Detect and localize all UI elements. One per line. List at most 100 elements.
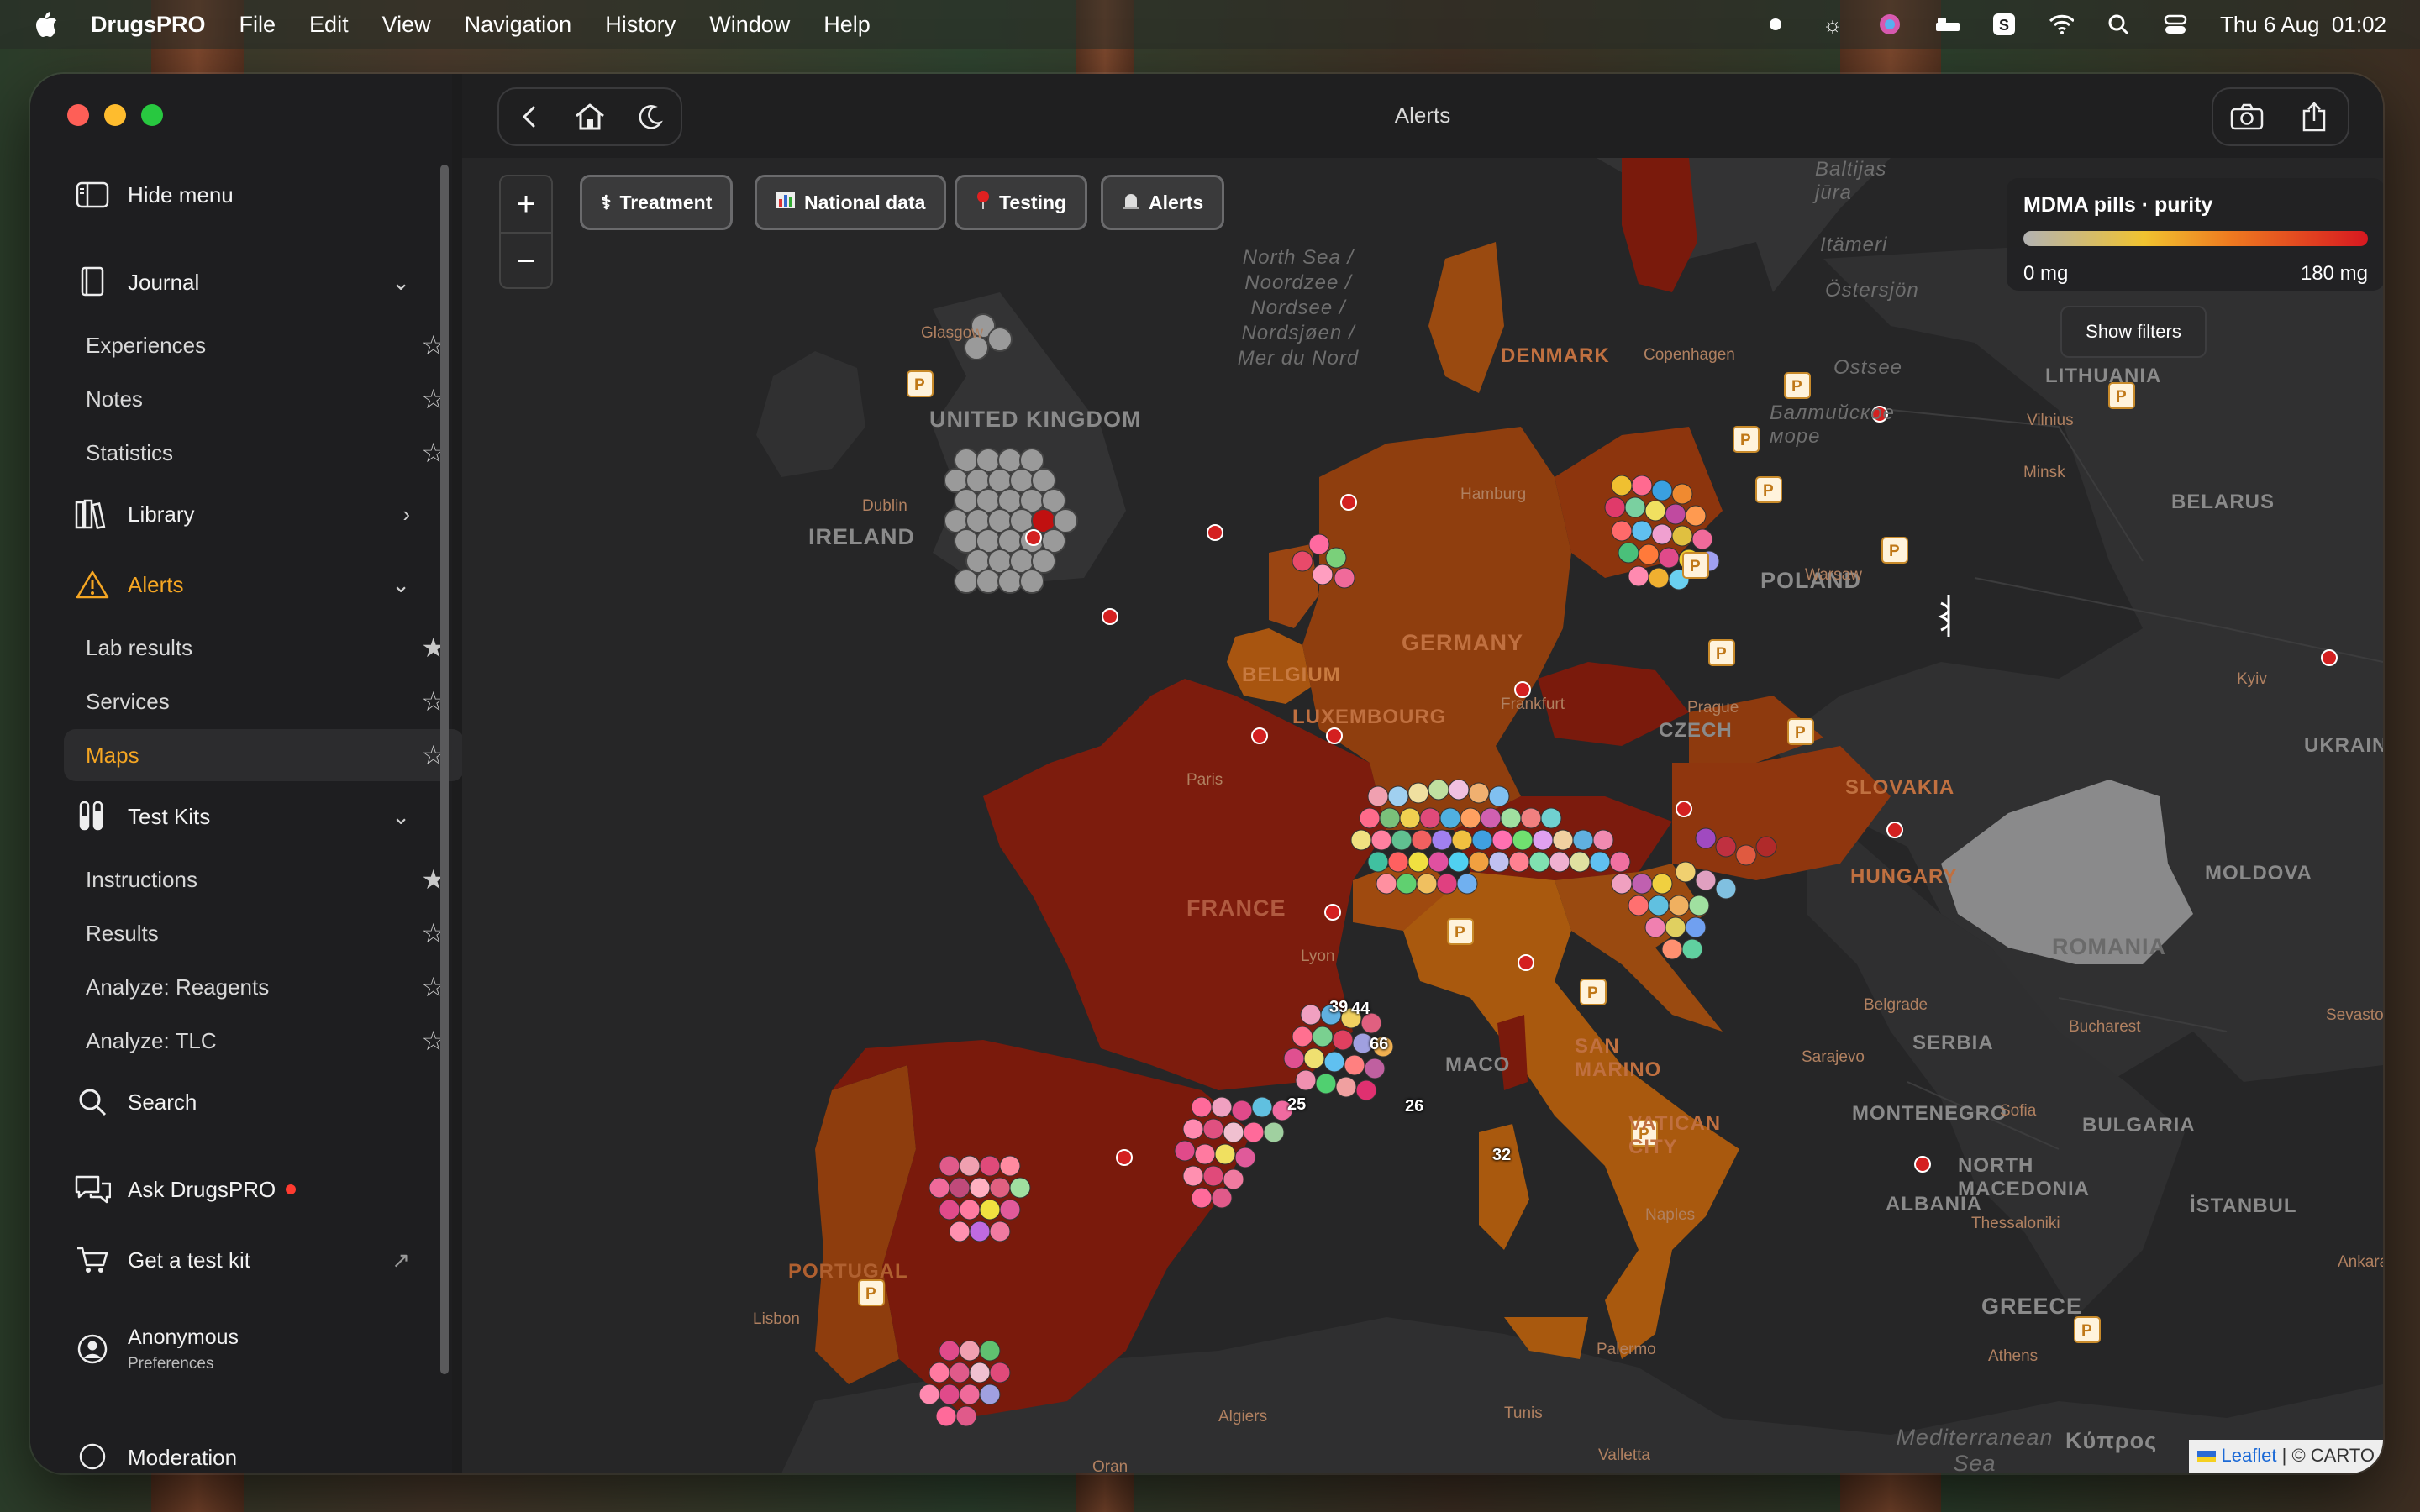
map-attribution: Leaflet | © CARTO [2189,1440,2383,1473]
sidebar-section-test-kits[interactable]: Test Kits ⌄ [64,790,434,843]
apple-icon[interactable] [34,10,62,39]
map-label-czech: CZECH [1659,719,1733,742]
sidebar-item-notes[interactable]: Notes ☆ [64,373,464,425]
menu-window[interactable]: Window [709,12,790,38]
sidebar-section-library[interactable]: Library › [64,487,434,541]
sidebar-item-services[interactable]: Services ☆ [64,675,464,727]
chevron-down-icon[interactable]: ⌄ [392,270,410,296]
map-view[interactable]: PPPPPP PPPPPP PP UNITED KINGDOM IRELAND … [462,158,2383,1473]
sidebar-item-analyze-reagents[interactable]: Analyze: Reagents ☆ [64,961,464,1013]
chevron-down-icon[interactable]: ⌄ [392,572,410,598]
toolbar-right-group [2212,87,2349,146]
status-dot-icon[interactable] [1763,12,1788,37]
s-app-icon[interactable]: S [1991,12,2017,37]
place-label: Frankfurt [1501,696,1565,713]
cluster-count-badge[interactable]: 39 [1329,998,1348,1017]
sidebar-user-profile[interactable]: Anonymous Preferences [64,1315,434,1383]
central-europe-pill-cluster [1350,779,1777,960]
place-label: Copenhagen [1644,346,1735,364]
chevron-right-icon[interactable]: › [402,501,410,528]
menu-navigation[interactable]: Navigation [465,12,572,38]
camera-screenshot-button[interactable] [2224,94,2270,139]
sidebar-section-journal[interactable]: Journal ⌄ [64,255,434,309]
place-label: Thessaloniki [1971,1215,2060,1232]
control-center-icon[interactable] [2163,12,2188,37]
menu-history[interactable]: History [605,12,676,38]
sidebar-ask-drugspro[interactable]: Ask DrugsPRO [64,1163,434,1216]
menu-clock[interactable]: Thu 6 Aug 01:02 [2220,12,2386,38]
minimize-window-button[interactable] [104,104,126,126]
map-label-ireland: IRELAND [808,524,915,549]
sidebar-item-maps[interactable]: Maps ☆ [64,729,464,781]
show-filters-button[interactable]: Show filters [2060,306,2207,358]
hide-menu-button[interactable]: Hide menu [64,168,434,222]
sidebar-search[interactable]: Search [64,1075,434,1129]
leaflet-link[interactable]: Leaflet [2221,1445,2276,1466]
sea-label-itameri: Itämeri [1820,234,1888,256]
map-label-france: FRANCE [1186,895,1286,921]
cluster-count-badge[interactable]: 32 [1492,1146,1511,1165]
chevron-down-icon[interactable]: ⌄ [392,804,410,830]
map-label-germany: GERMANY [1402,630,1524,655]
sidebar-scrollbar[interactable] [440,165,449,1374]
sidebar-item-lab-results[interactable]: Lab results ★ [64,622,464,674]
sidebar-item-analyze-tlc[interactable]: Analyze: TLC ☆ [64,1015,464,1067]
share-button[interactable] [2291,94,2337,139]
svg-text:P: P [2116,388,2127,406]
place-label: Vilnius [2027,412,2074,429]
place-label: Tunis [1504,1404,1543,1422]
chip-label: National data [804,191,926,213]
ukraine-flag-icon [2197,1451,2217,1463]
chip-national-data[interactable]: National data [755,175,947,230]
menu-file[interactable]: File [239,12,276,38]
brightness-icon[interactable]: ☼ [1820,12,1845,37]
map-label-slovakia: SLOVAKIA [1845,776,1955,799]
sea-label-baltijas: Baltijas jūra [1815,158,1887,204]
menu-app-name[interactable]: DrugsPRO [91,12,206,38]
alerts-label: Alerts [128,571,184,597]
sidebar-item-results[interactable]: Results ☆ [64,907,464,959]
map-label-monaco: MACO [1445,1053,1511,1076]
sidebar-get-test-kit[interactable]: Get a test kit ↗ [64,1233,434,1287]
sidebar-item-statistics[interactable]: Statistics ☆ [64,427,464,479]
zoom-out-button[interactable]: − [501,234,551,289]
sidebar-item-experiences[interactable]: Experiences ☆ [64,319,464,371]
svg-text:P: P [1740,432,1751,449]
siri-icon[interactable] [1877,12,1902,37]
sidebar-item-label: Lab results [86,634,193,660]
journal-label: Journal [128,269,200,295]
map-label-greece: GREECE [1981,1294,2083,1319]
sidebar-cut-off-item[interactable]: Moderation [64,1438,434,1472]
menu-help[interactable]: Help [823,12,871,38]
menu-edit[interactable]: Edit [309,12,349,38]
chip-label: Alerts [1149,191,1204,213]
chip-treatment[interactable]: ⚕ Treatment [580,175,734,230]
place-label: Belgrade [1864,996,1928,1014]
chip-label: Treatment [619,191,713,213]
map-label-uk: UNITED KINGDOM [929,407,1142,432]
chip-alerts[interactable]: Alerts [1101,175,1225,230]
bed-icon[interactable] [1934,12,1960,37]
map-label-romania: ROMANIA [2052,934,2166,959]
svg-text:P: P [1690,558,1701,575]
menu-view[interactable]: View [382,12,431,38]
chip-testing[interactable]: Testing [955,175,1088,230]
cluster-count-badge[interactable]: 26 [1405,1097,1423,1116]
cluster-count-badge[interactable]: 25 [1287,1095,1306,1115]
zoom-in-button[interactable]: + [501,176,551,232]
cluster-count-badge[interactable]: 44 [1351,1000,1370,1019]
map-legend: MDMA pills · purity 0 mg 180 mg [2007,178,2383,291]
sidebar-section-alerts[interactable]: Alerts ⌄ [64,558,434,612]
close-window-button[interactable] [67,104,89,126]
ask-label: Ask DrugsPRO [128,1176,276,1202]
spotlight-search-icon[interactable] [2106,12,2131,37]
svg-text:P: P [1716,645,1727,663]
wifi-icon[interactable] [2049,12,2074,37]
cluster-count-badge[interactable]: 66 [1370,1035,1388,1054]
place-label: Bucharest [2069,1018,2141,1036]
zoom-window-button[interactable] [141,104,163,126]
treatment-caduceus-marker [1938,595,1950,637]
sidebar-item-instructions[interactable]: Instructions ★ [64,853,464,906]
place-label: Naples [1645,1206,1696,1224]
sidebar-item-label: Results [86,920,159,946]
